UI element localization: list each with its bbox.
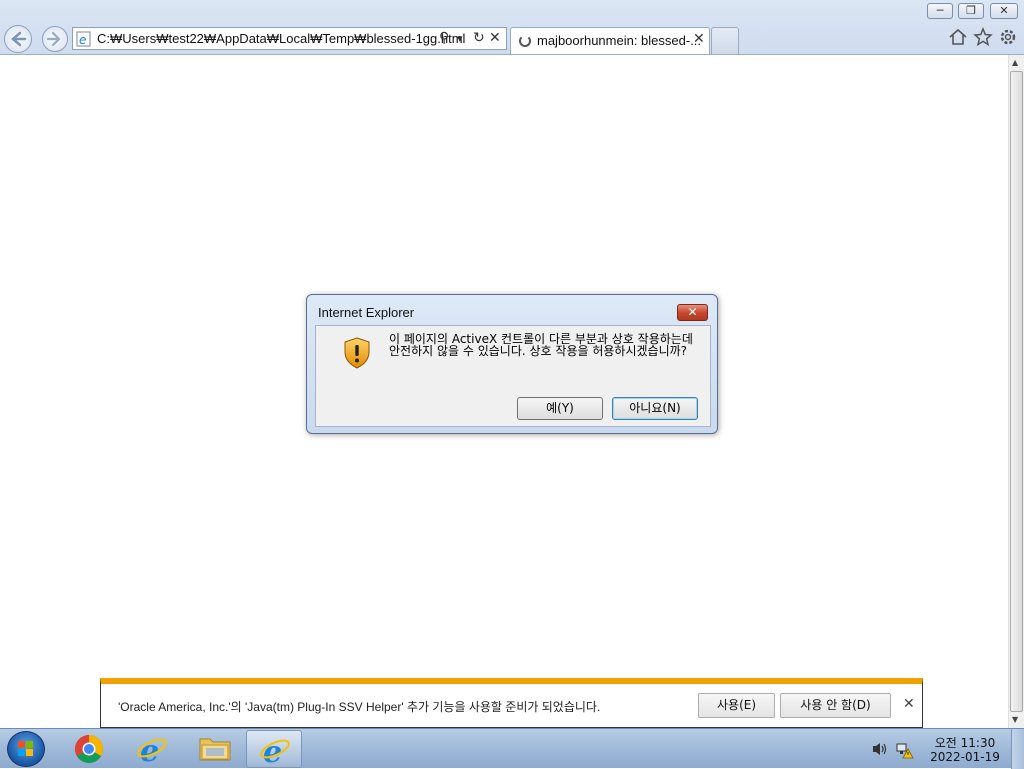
dialog-message: 이 페이지의 ActiveX 컨트롤이 다른 부분과 상호 작용하는데 안전하지… bbox=[389, 332, 693, 358]
clock-time[interactable]: 오전 11:30 bbox=[930, 734, 1000, 751]
taskbar-ie-pinned[interactable]: e bbox=[124, 730, 180, 768]
svg-text:e: e bbox=[140, 734, 159, 765]
vertical-scrollbar[interactable]: ▲ ▼ bbox=[1008, 55, 1024, 728]
address-bar[interactable]: e C:₩Users₩test22₩AppData₩Local₩Temp₩ble… bbox=[72, 27, 507, 50]
chevron-down-icon[interactable]: ▾ bbox=[457, 32, 463, 45]
notification-message: 'Oracle America, Inc.'의 'Java(tm) Plug-I… bbox=[118, 700, 601, 714]
addon-notification-bar: 'Oracle America, Inc.'의 'Java(tm) Plug-I… bbox=[100, 678, 923, 728]
forward-arrow-icon bbox=[46, 31, 61, 47]
activex-security-dialog: Internet Explorer ✕ 이 페이지의 ActiveX 컨트롤이 … bbox=[306, 294, 718, 434]
notification-close-icon[interactable]: ✕ bbox=[903, 696, 915, 712]
loading-spinner-icon bbox=[519, 35, 531, 47]
gear-icon[interactable] bbox=[997, 26, 1019, 48]
show-desktop-button[interactable] bbox=[1011, 729, 1024, 769]
taskbar-ie-active[interactable]: e bbox=[246, 730, 302, 768]
favorites-star-icon[interactable] bbox=[972, 26, 994, 48]
no-button[interactable]: 아니요(N) bbox=[612, 397, 698, 420]
dialog-body: 이 페이지의 ActiveX 컨트롤이 다른 부분과 상호 작용하는데 안전하지… bbox=[315, 325, 711, 427]
svg-text:e: e bbox=[263, 735, 282, 766]
scroll-thumb[interactable] bbox=[1010, 71, 1023, 712]
restore-button[interactable]: ❐ bbox=[958, 3, 984, 19]
scroll-down-icon[interactable]: ▼ bbox=[1012, 715, 1018, 724]
new-tab-button[interactable] bbox=[711, 27, 739, 54]
network-warning-icon[interactable] bbox=[896, 741, 914, 759]
clock-date[interactable]: 2022-01-19 bbox=[928, 750, 1002, 764]
back-arrow-icon bbox=[11, 31, 27, 47]
back-button[interactable] bbox=[4, 25, 32, 53]
window-close-button[interactable]: ✕ bbox=[990, 3, 1018, 19]
chrome-icon bbox=[75, 735, 103, 763]
minimize-button[interactable]: ─ bbox=[927, 3, 953, 19]
home-icon[interactable] bbox=[947, 26, 969, 48]
taskbar: e e 오전 11:30 2022-01-19 bbox=[0, 728, 1024, 769]
refresh-icon[interactable]: ↻ bbox=[473, 30, 485, 46]
dialog-title: Internet Explorer bbox=[318, 305, 415, 320]
start-button[interactable] bbox=[7, 731, 45, 767]
search-icon[interactable]: ⚲ bbox=[439, 30, 449, 46]
scroll-up-icon[interactable]: ▲ bbox=[1012, 58, 1018, 67]
enable-addon-button[interactable]: 사용(E) bbox=[698, 693, 775, 718]
disable-addon-button[interactable]: 사용 안 함(D) bbox=[780, 693, 891, 718]
browser-toolbar: ─ ❐ ✕ e C:₩Users₩test22₩AppData₩Local₩Te… bbox=[0, 0, 1024, 55]
tab-close-icon[interactable]: ✕ bbox=[693, 31, 705, 47]
ie-page-icon: e bbox=[76, 31, 91, 47]
warning-shield-icon bbox=[344, 337, 370, 369]
yes-button[interactable]: 예(Y) bbox=[517, 397, 603, 420]
stop-icon[interactable]: ✕ bbox=[489, 30, 501, 46]
tab-active[interactable]: majboorhunmein: blessed-... ✕ bbox=[510, 27, 710, 54]
folder-icon bbox=[199, 738, 231, 761]
volume-icon[interactable] bbox=[871, 741, 889, 757]
dialog-close-button[interactable]: ✕ bbox=[677, 304, 708, 321]
internet-explorer-icon: e bbox=[260, 735, 290, 766]
taskbar-chrome[interactable] bbox=[61, 730, 117, 768]
svg-text:e: e bbox=[79, 33, 86, 47]
internet-explorer-icon: e bbox=[137, 734, 167, 765]
taskbar-explorer[interactable] bbox=[186, 730, 242, 768]
tab-title: majboorhunmein: blessed-... bbox=[537, 33, 702, 48]
address-url[interactable]: C:₩Users₩test22₩AppData₩Local₩Temp₩bless… bbox=[97, 31, 465, 46]
forward-button[interactable] bbox=[42, 26, 68, 52]
windows-logo-icon bbox=[18, 741, 33, 756]
